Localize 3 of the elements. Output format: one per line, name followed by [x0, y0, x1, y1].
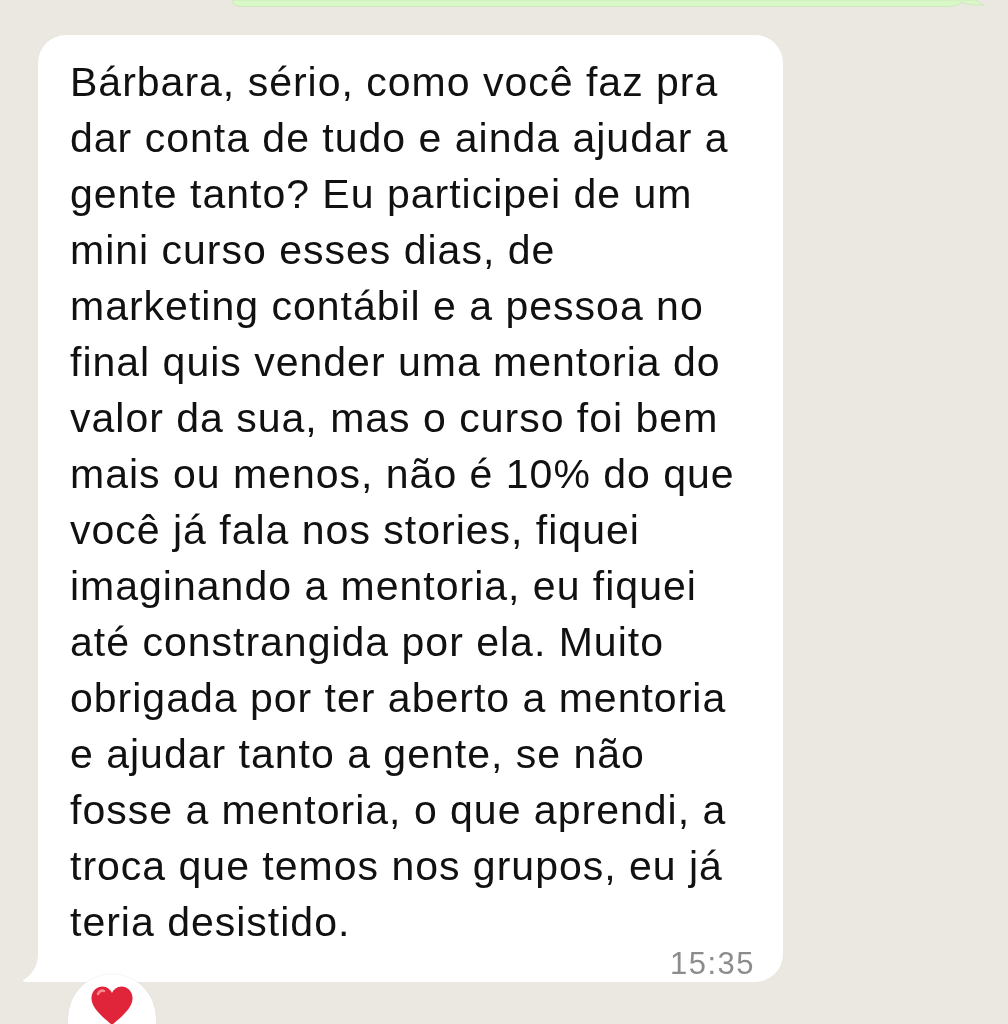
heart-icon	[90, 986, 134, 1024]
message-text: Bárbara, sério, como você faz pra dar conta de tudo e ainda ajudar a gente tanto? Eu participei de um mini curso esses dias, de marketing contábil e a pessoa no final quis vender uma mentoria do valor da sua, mas o curso foi bem mais ou menos, não é 10% do que você já fala nos stories, fiquei imaginando a mentoria, eu fiquei até constrangida por ela. Muito obrigada por ter aberto a mentoria e ajudar tanto a gente, se não fosse a mentoria, o que aprendi, a troca que temos nos grupos, eu já teria desistido.	[70, 58, 736, 947]
message-time: 15:35	[669, 950, 755, 978]
